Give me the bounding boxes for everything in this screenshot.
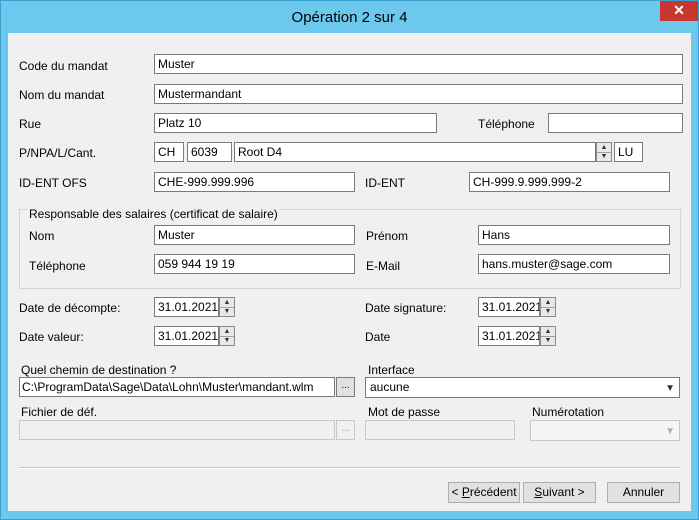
chevron-down-icon[interactable]: ▼ (665, 381, 675, 396)
chevron-down-icon: ▼ (665, 426, 675, 437)
spin-down-icon[interactable]: ▼ (597, 152, 611, 161)
street-field[interactable]: Platz 10 (154, 113, 437, 133)
interface-label: Interface (368, 363, 415, 377)
signature-date-field[interactable]: 31.01.2021 (478, 297, 540, 317)
date-field[interactable]: 31.01.2021 (478, 326, 540, 346)
decompte-label: Date de décompte: (19, 301, 121, 315)
spin-down-icon[interactable]: ▼ (541, 307, 555, 316)
cancel-button[interactable]: Annuler (607, 482, 680, 503)
interface-select[interactable]: aucune ▼ (365, 377, 680, 398)
contact-phone-label: Téléphone (29, 259, 86, 273)
numbering-select: ▼ (530, 420, 680, 441)
valeur-spinner[interactable]: ▲ ▼ (219, 326, 235, 346)
firstname-field[interactable]: Hans (478, 225, 670, 245)
numbering-label: Numérotation (532, 405, 605, 419)
decompte-date-field[interactable]: 31.01.2021 (154, 297, 219, 317)
window-title: Opération 2 sur 4 (291, 9, 408, 26)
ident-label: ID-ENT (365, 176, 405, 190)
valeur-date-field[interactable]: 31.01.2021 (154, 326, 219, 346)
city-field[interactable]: Root D4 (234, 142, 596, 162)
contact-phone-field[interactable]: 059 944 19 19 (154, 254, 355, 274)
name-label: Nom du mandat (19, 88, 105, 102)
def-file-browse-button: ... (336, 420, 355, 440)
signature-spinner[interactable]: ▲ ▼ (540, 297, 556, 317)
dialog-window: Opération 2 sur 4 ✕ Code du mandat Muste… (0, 0, 699, 520)
spin-down-icon[interactable]: ▼ (220, 307, 234, 316)
payroll-contact-group (19, 209, 681, 289)
email-label: E-Mail (366, 259, 401, 273)
previous-button[interactable]: < Précédent (448, 482, 520, 503)
decompte-spinner[interactable]: ▲ ▼ (219, 297, 235, 317)
spin-down-icon[interactable]: ▼ (541, 336, 555, 345)
phone-label: Téléphone (478, 117, 535, 131)
ofs-field[interactable]: CHE-999.999.996 (154, 172, 355, 192)
lastname-field[interactable]: Muster (154, 225, 355, 245)
phone-field[interactable] (548, 113, 683, 133)
firstname-label: Prénom (366, 229, 409, 243)
country-field[interactable]: CH (154, 142, 184, 162)
code-label: Code du mandat (19, 59, 108, 73)
ofs-label: ID-ENT OFS (19, 176, 87, 190)
next-button[interactable]: Suivant > (523, 482, 596, 503)
email-field[interactable]: hans.muster@sage.com (478, 254, 670, 274)
close-button[interactable]: ✕ (660, 1, 698, 21)
password-label: Mot de passe (368, 405, 441, 419)
signature-label: Date signature: (365, 301, 447, 315)
title-bar: Opération 2 sur 4 ✕ (1, 1, 698, 33)
previous-mnemonic: P (461, 485, 470, 499)
separator (19, 467, 681, 469)
previous-prefix: < (451, 485, 462, 499)
zip-field[interactable]: 6039 (187, 142, 232, 162)
name-field[interactable]: Mustermandant (154, 84, 683, 104)
def-file-label: Fichier de déf. (21, 405, 98, 419)
valeur-label: Date valeur: (19, 330, 84, 344)
payroll-group-title: Responsable des salaires (certificat de … (28, 207, 279, 221)
spin-down-icon[interactable]: ▼ (220, 336, 234, 345)
password-field (365, 420, 515, 440)
dialog-body: Code du mandat Muster Nom du mandat Must… (8, 33, 691, 511)
ident-field[interactable]: CH-999.9.999.999-2 (469, 172, 670, 192)
date-label: Date (365, 330, 391, 344)
path-label: Quel chemin de destination ? (21, 363, 177, 377)
canton-field[interactable]: LU (614, 142, 643, 162)
code-field[interactable]: Muster (154, 54, 683, 74)
next-rest: uivant > (542, 485, 585, 499)
location-label: P/NPA/L/Cant. (19, 146, 97, 160)
interface-value: aucune (370, 380, 410, 394)
def-file-field (19, 420, 335, 440)
path-field[interactable]: C:\ProgramData\Sage\Data\Lohn\Muster\man… (19, 377, 335, 397)
path-browse-button[interactable]: ... (336, 377, 355, 397)
lastname-label: Nom (29, 229, 55, 243)
previous-rest: récédent (469, 485, 517, 499)
date-spinner[interactable]: ▲ ▼ (540, 326, 556, 346)
street-label: Rue (19, 117, 42, 131)
city-spinner[interactable]: ▲ ▼ (596, 142, 612, 162)
